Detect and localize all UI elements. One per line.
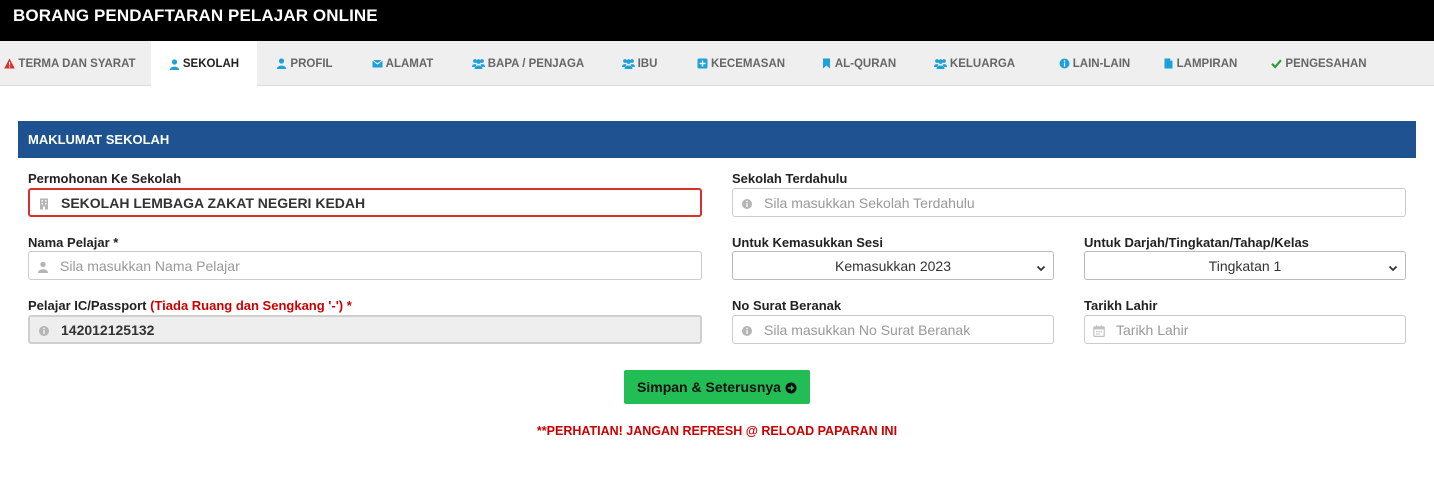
session-label: Untuk Kemasukkan Sesi [732, 235, 884, 250]
save-and-continue-button[interactable]: Simpan & Seterusnya [624, 370, 810, 404]
envelope-icon [371, 58, 383, 69]
user-icon [37, 260, 49, 273]
tab-label: PROFIL [290, 57, 333, 70]
tab-terma-dan-syarat[interactable]: TERMA DAN SYARAT [0, 41, 140, 86]
user-icon [169, 58, 180, 70]
plus-square-icon [697, 58, 708, 69]
tab-al-quran[interactable]: AL-QURAN [806, 41, 911, 86]
building-icon [38, 197, 50, 209]
grade-label: Untuk Darjah/Tingkatan/Tahap/Kelas [1084, 235, 1309, 250]
tab-profil[interactable]: PROFIL [257, 41, 352, 86]
tab-alamat[interactable]: ALAMAT [352, 41, 453, 86]
tab-label: ALAMAT [385, 57, 434, 70]
grade-select[interactable]: Tingkatan 1 [1084, 251, 1406, 280]
school-value: SEKOLAH LEMBAGA ZAKAT NEGERI KEDAH [61, 194, 366, 211]
tab-label: IBU [637, 57, 658, 70]
check-icon [1271, 58, 1283, 69]
chevron-down-icon [1388, 260, 1398, 272]
tab-label: KELUARGA [949, 57, 1016, 70]
section-header: MAKLUMAT SEKOLAH [18, 121, 1416, 158]
ic-field[interactable]: 142012125132 [28, 315, 702, 344]
users-icon [621, 58, 635, 69]
name-input[interactable]: Sila masukkan Nama Pelajar [28, 251, 702, 280]
tab-label: TERMA DAN SYARAT [18, 57, 136, 70]
tab-label: AL-QURAN [834, 57, 897, 70]
tab-lain-lain[interactable]: LAIN-LAIN [1038, 41, 1151, 86]
school-label: Permohonan Ke Sekolah [28, 171, 182, 186]
name-placeholder: Sila masukkan Nama Pelajar [60, 257, 240, 274]
file-icon [1163, 58, 1174, 69]
prev-school-input[interactable]: Sila masukkan Sekolah Terdahulu [732, 188, 1406, 217]
tab-label: SEKOLAH [182, 58, 240, 70]
users-icon [471, 58, 485, 69]
birth-cert-label: No Surat Beranak [732, 298, 842, 313]
users-icon [933, 58, 947, 69]
tab-label: PENGESAHAN [1285, 57, 1367, 70]
tab-label: KECEMASAN [710, 57, 786, 70]
birth-cert-input[interactable]: Sila masukkan No Surat Beranak [732, 315, 1054, 344]
dob-placeholder: Tarikh Lahir [1116, 321, 1189, 338]
birth-cert-placeholder: Sila masukkan No Surat Beranak [764, 321, 971, 338]
tab-label: BAPA / PENJAGA [487, 57, 585, 70]
name-label: Nama Pelajar * [28, 235, 119, 250]
info-icon [741, 197, 753, 209]
bookmark-icon [821, 58, 832, 69]
info-icon [1059, 58, 1070, 69]
prev-school-label: Sekolah Terdahulu [732, 171, 848, 186]
info-icon [38, 324, 50, 336]
ic-label: Pelajar IC/Passport (Tiada Ruang dan Sen… [28, 298, 352, 313]
tab-label: LAMPIRAN [1176, 57, 1238, 70]
prev-school-placeholder: Sila masukkan Sekolah Terdahulu [764, 194, 975, 211]
calendar-icon [1093, 324, 1105, 337]
tab-label: LAIN-LAIN [1072, 57, 1131, 70]
tab-bapa-penjaga[interactable]: BAPA / PENJAGA [453, 41, 603, 86]
ic-value: 142012125132 [61, 321, 155, 338]
chevron-down-icon [1036, 260, 1046, 272]
arrow-circle-right-icon [785, 381, 797, 394]
ic-label-text: Pelajar IC/Passport [28, 298, 147, 313]
warning-icon [4, 58, 16, 69]
save-button-label: Simpan & Seterusnya [637, 379, 781, 395]
tab-bar: TERMA DAN SYARAT SEKOLAH PROFIL ALAMAT B… [0, 41, 1434, 87]
user-icon [276, 58, 287, 69]
tab-keluarga[interactable]: KELUARGA [911, 41, 1038, 86]
ic-label-note: (Tiada Ruang dan Sengkang '-') * [150, 298, 352, 313]
dob-label: Tarikh Lahir [1084, 298, 1158, 313]
tab-kecemasan[interactable]: KECEMASAN [676, 41, 806, 86]
refresh-warning: **PERHATIAN! JANGAN REFRESH @ RELOAD PAP… [536, 424, 898, 438]
dob-input[interactable]: Tarikh Lahir [1084, 315, 1406, 344]
page-title: BORANG PENDAFTARAN PELAJAR ONLINE [13, 6, 378, 25]
school-field[interactable]: SEKOLAH LEMBAGA ZAKAT NEGERI KEDAH [28, 188, 702, 217]
tab-pengesahan[interactable]: PENGESAHAN [1249, 41, 1389, 86]
tab-lampiran[interactable]: LAMPIRAN [1151, 41, 1249, 86]
session-selected: Kemasukkan 2023 [835, 257, 951, 274]
session-select[interactable]: Kemasukkan 2023 [732, 251, 1054, 280]
info-icon [741, 324, 753, 336]
header-bar: BORANG PENDAFTARAN PELAJAR ONLINE [0, 0, 1434, 41]
tab-ibu[interactable]: IBU [603, 41, 676, 86]
tab-sekolah[interactable]: SEKOLAH [151, 41, 257, 87]
grade-selected: Tingkatan 1 [1208, 257, 1282, 274]
